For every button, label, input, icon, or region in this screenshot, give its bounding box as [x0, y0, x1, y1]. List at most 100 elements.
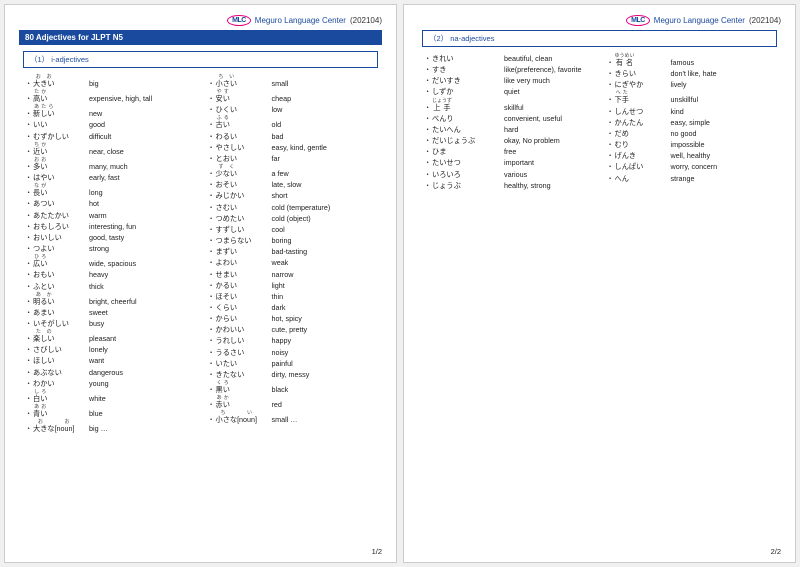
bullet-icon: ・: [208, 324, 216, 335]
section-title-2: （2） na-adjectives: [422, 30, 777, 47]
vocab-en: thick: [89, 281, 194, 292]
vocab-en: bad-tasting: [272, 246, 377, 257]
bullet-icon: ・: [25, 187, 33, 198]
vocab-en: long: [89, 187, 194, 198]
vocab-row: ・古いふるold: [208, 115, 377, 130]
vocab-jp: きたない: [216, 369, 272, 380]
vocab-en: like very much: [504, 75, 593, 86]
doc-date: (202104): [350, 16, 382, 25]
bullet-icon: ・: [208, 202, 216, 213]
bullet-icon: ・: [25, 108, 33, 119]
vocab-jp: みじかい: [216, 190, 272, 201]
vocab-jp: だいじょうぶ: [432, 135, 504, 146]
page-number: 1/2: [372, 547, 382, 556]
vocab-en: lonely: [89, 344, 194, 355]
vocab-jp: きらい: [615, 68, 671, 79]
bullet-icon: ・: [208, 269, 216, 280]
vocab-row: ・しんせつkind: [607, 106, 776, 117]
vocab-en: hot, spicy: [272, 313, 377, 324]
vocab-jp: かんたん: [615, 117, 671, 128]
vocab-jp: 長いなが: [33, 183, 89, 198]
vocab-en: boring: [272, 235, 377, 246]
vocab-jp: 楽しいたの: [33, 329, 89, 344]
vocab-en: near, close: [89, 146, 194, 157]
vocab-row: ・むりimpossible: [607, 139, 776, 150]
vocab-row: ・つめたいcold (object): [208, 213, 377, 224]
bullet-icon: ・: [607, 139, 615, 150]
bullet-icon: ・: [25, 221, 33, 232]
vocab-row: ・とおいfar: [208, 153, 377, 164]
bullet-icon: ・: [208, 358, 216, 369]
vocab-en: okay, No problem: [504, 135, 593, 146]
vocab-jp: まずい: [216, 246, 272, 257]
bullet-icon: ・: [25, 146, 33, 157]
bullet-icon: ・: [25, 210, 33, 221]
vocab-jp: じょうぶ: [432, 180, 504, 191]
vocab-en: many, much: [89, 161, 194, 172]
vocab-jp: すずしい: [216, 224, 272, 235]
vocab-col-left: ・きれいbeautiful, clean・すきlike(preference),…: [424, 53, 593, 191]
vocab-en: interesting, fun: [89, 221, 194, 232]
vocab-row: ・へんstrange: [607, 173, 776, 184]
vocab-row: ・ひまfree: [424, 146, 593, 157]
bullet-icon: ・: [25, 393, 33, 404]
vocab-en: sweet: [89, 307, 194, 318]
vocab-jp: さびしい: [33, 344, 89, 355]
page-1: MLC Meguro Language Center (202104) 80 A…: [4, 4, 397, 563]
vocab-jp: 下手へた: [615, 90, 671, 105]
bullet-icon: ・: [25, 367, 33, 378]
vocab-en: painful: [272, 358, 377, 369]
vocab-en: new: [89, 108, 194, 119]
vocab-en: white: [89, 393, 194, 404]
vocab-row: ・ほしいwant: [25, 355, 194, 366]
vocab-jp: すき: [432, 64, 504, 75]
vocab-jp: むり: [615, 139, 671, 150]
vocab-row: ・すずしいcool: [208, 224, 377, 235]
vocab-jp: 高いたか: [33, 89, 89, 104]
vocab-row: ・大きな[noun]おおbig …: [25, 419, 194, 434]
vocab-jp: 近いちか: [33, 142, 89, 157]
bullet-icon: ・: [424, 135, 432, 146]
vocab-jp: あぶない: [33, 367, 89, 378]
vocab-jp: ひま: [432, 146, 504, 157]
bullet-icon: ・: [424, 102, 432, 113]
vocab-row: ・よわいweak: [208, 257, 377, 268]
vocab-row: ・有名ゆうめいfamous: [607, 53, 776, 68]
bullet-icon: ・: [208, 224, 216, 235]
vocab-jp: 小さな[noun]ちい: [216, 410, 272, 425]
vocab-row: ・しずかquiet: [424, 86, 593, 97]
vocab-jp: しずか: [432, 86, 504, 97]
vocab-jp: べんり: [432, 113, 504, 124]
vocab-jp: 黒いくろ: [216, 380, 272, 395]
vocab-jp: あつい: [33, 198, 89, 209]
vocab-row: ・わるいbad: [208, 131, 377, 142]
vocab-en: easy, kind, gentle: [272, 142, 377, 153]
vocab-en: happy: [272, 335, 377, 346]
bullet-icon: ・: [208, 335, 216, 346]
vocab-en: cheap: [272, 93, 377, 104]
vocab-jp: 大きな[noun]おお: [33, 419, 89, 434]
vocab-row: ・赤いあかred: [208, 395, 377, 410]
page-header: MLC Meguro Language Center (202104): [418, 15, 781, 26]
bullet-icon: ・: [607, 173, 615, 184]
vocab-en: kind: [671, 106, 776, 117]
vocab-row: ・小さな[noun]ちいsmall …: [208, 410, 377, 425]
vocab-row: ・べんりconvenient, useful: [424, 113, 593, 124]
vocab-row: ・少ないすくa few: [208, 164, 377, 179]
vocab-jp: おいしい: [33, 232, 89, 243]
vocab-jp: かるい: [216, 280, 272, 291]
vocab-jp: 上手じょうず: [432, 98, 504, 113]
vocab-en: bright, cheerful: [89, 296, 194, 307]
vocab-en: skillful: [504, 102, 593, 113]
vocab-jp: あまい: [33, 307, 89, 318]
vocab-jp: へん: [615, 173, 671, 184]
vocab-en: hot: [89, 198, 194, 209]
vocab-en: far: [272, 153, 377, 164]
vocab-jp: おそい: [216, 179, 272, 190]
vocab-row: ・だめno good: [607, 128, 776, 139]
vocab-col-left: ・大きいおおbig・高いたかexpensive, high, tall・新しいあ…: [25, 74, 194, 434]
vocab-row: ・いいgood: [25, 119, 194, 130]
bullet-icon: ・: [208, 104, 216, 115]
vocab-row: ・さびしいlonely: [25, 344, 194, 355]
bullet-icon: ・: [607, 57, 615, 68]
